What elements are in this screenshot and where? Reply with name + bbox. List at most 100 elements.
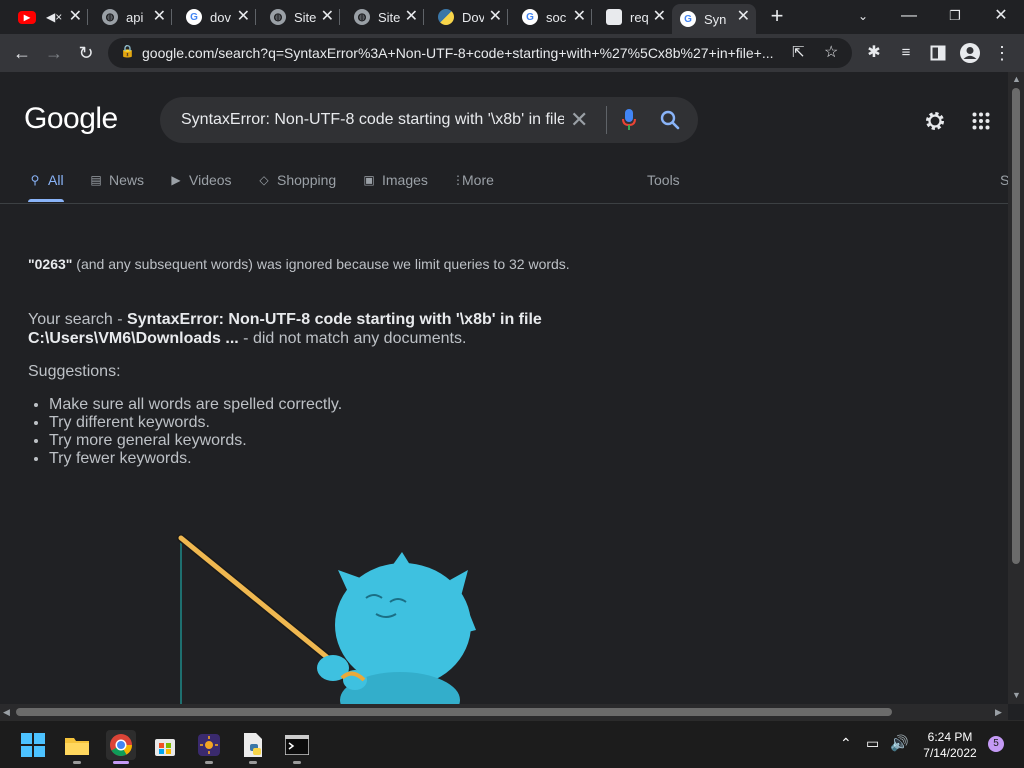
running-indicator [205,761,213,764]
tab-label: req [630,9,649,25]
nav-label: News [109,172,145,188]
close-tab-icon[interactable]: ✕ [321,8,334,26]
tab-1[interactable]: ◍ api ✕ [94,4,172,30]
chrome-icon [110,734,132,756]
notice-text: (and any subsequent words) was ignored b… [72,256,570,272]
url-text[interactable]: google.com/search?q=SyntaxError%3A+Non-U… [142,45,782,61]
nav-tab-more[interactable]: ⋮ More [452,172,494,188]
search-box[interactable]: SyntaxError: Non-UTF-8 code starting wit… [160,97,698,143]
nav-tab-images[interactable]: ▣ Images [362,172,428,188]
browser-toolbar: ← → ↻ 🔒 google.com/search?q=SyntaxError%… [0,34,1024,72]
scroll-left-arrow-icon[interactable]: ◀ [3,707,10,718]
google-logo[interactable]: Google [24,102,118,136]
profile-avatar[interactable] [957,40,983,66]
tab-youtube[interactable]: ▶ ◀× ✕ [10,4,88,30]
clock-date: 7/14/2022 [923,746,977,760]
scroll-right-arrow-icon[interactable]: ▶ [995,707,1002,718]
close-tab-icon[interactable]: ✕ [153,8,166,26]
nav-tab-shopping[interactable]: ◇ Shopping [257,172,336,188]
tab-2[interactable]: G dov ✕ [178,4,256,30]
close-tab-icon[interactable]: ✕ [69,8,82,26]
side-panel-glyph [930,45,946,61]
globe-icon: ◍ [354,9,370,25]
terminal-taskbar-button[interactable] [282,730,312,760]
store-button[interactable] [150,730,180,760]
start-button[interactable] [18,730,48,760]
tab-label: Site [378,9,400,25]
close-tab-icon[interactable]: ✕ [405,8,418,26]
notification-badge[interactable]: 5 [988,736,1004,752]
system-clock[interactable]: 6:24 PM 7/14/2022 [912,729,988,761]
clear-search-icon[interactable]: ✕ [570,107,588,133]
folder-icon [65,738,89,755]
new-tab-button[interactable]: + [757,4,797,28]
tab-4[interactable]: ◍ Site ✕ [346,4,424,30]
running-indicator [249,761,257,764]
app-taskbar-button[interactable] [194,730,224,760]
muted-speaker-icon[interactable]: ◀× [46,10,62,24]
address-bar[interactable]: 🔒 google.com/search?q=SyntaxError%3A+Non… [108,38,852,68]
volume-icon[interactable]: 🔊 [890,734,909,752]
vertical-scroll-thumb[interactable] [1012,88,1020,564]
tab-5[interactable]: Dov ✕ [430,4,508,30]
close-tab-icon[interactable]: ✕ [237,8,250,26]
nav-tab-videos[interactable]: ▶ Videos [169,172,231,188]
close-tab-icon[interactable]: ✕ [653,8,666,26]
nav-tab-all[interactable]: ⚲ All [28,172,64,188]
restore-button[interactable]: ❐ [935,4,975,28]
search-icon[interactable] [660,110,680,130]
list-item: Make sure all words are spelled correctl… [49,396,342,414]
list-item: Try more general keywords. [49,432,342,450]
network-icon[interactable]: ▭ [866,735,879,752]
google-icon: G [522,9,538,25]
share-icon[interactable]: ⇱ [792,43,805,61]
search-input[interactable]: SyntaxError: Non-UTF-8 code starting wit… [181,111,564,129]
extensions-icon[interactable]: ✱ [861,40,887,66]
media-control-icon[interactable]: ≡ [893,40,919,66]
python-taskbar-button[interactable] [238,730,268,760]
nav-label: All [48,172,64,188]
tab-7[interactable]: req ✕ [598,4,672,30]
chrome-taskbar-button[interactable] [106,730,136,760]
reload-button[interactable]: ↻ [73,40,99,66]
tab-label: Site [294,9,316,25]
settings-gear-icon[interactable] [923,109,947,133]
microphone-icon[interactable] [622,109,636,131]
nav-label: Shopping [277,172,337,188]
your-search-text: Your search - [28,311,128,328]
back-button[interactable]: ← [9,40,35,66]
sun-app-icon [198,734,220,756]
scroll-down-arrow-icon[interactable]: ▼ [1012,690,1021,700]
browser-menu-icon[interactable]: ⋮ [989,40,1015,66]
apps-grid-icon[interactable] [972,112,990,130]
file-explorer-button[interactable] [62,730,92,760]
scroll-up-arrow-icon[interactable]: ▲ [1012,74,1021,84]
nav-tab-news[interactable]: ▤ News [89,172,144,188]
horizontal-scrollbar[interactable]: ◀ ▶ [0,704,1008,720]
close-tab-icon[interactable]: ✕ [489,8,502,26]
minimize-button[interactable]: — [889,4,929,28]
nav-tools[interactable]: Tools [647,172,680,188]
close-tab-icon[interactable]: ✕ [573,8,586,26]
suggestions-heading: Suggestions: [28,363,121,380]
tab-label: Synt [704,11,726,27]
vertical-scrollbar[interactable]: ▲ ▼ [1008,72,1024,704]
tab-6[interactable]: G soc ✕ [514,4,592,30]
tab-3[interactable]: ◍ Site ✕ [262,4,340,30]
lock-icon[interactable]: 🔒 [120,44,135,58]
package-icon [606,9,622,25]
chevron-up-icon[interactable]: ⌃ [840,735,852,752]
close-window-button[interactable]: ✕ [981,4,1021,28]
tab-active[interactable]: G Synt ✕ [672,4,756,34]
horizontal-scroll-thumb[interactable] [16,708,892,716]
globe-icon: ◍ [270,9,286,25]
side-panel-icon[interactable] [925,40,951,66]
windows-logo-icon [21,733,45,757]
tab-search-icon[interactable]: ⌄ [843,4,883,28]
forward-button[interactable]: → [41,40,67,66]
bookmark-star-icon[interactable]: ☆ [824,42,838,62]
search-icon: ⚲ [30,173,40,187]
ignored-word: "0263" [28,256,73,272]
tag-icon: ◇ [259,173,269,187]
close-tab-icon[interactable]: ✕ [737,8,750,26]
